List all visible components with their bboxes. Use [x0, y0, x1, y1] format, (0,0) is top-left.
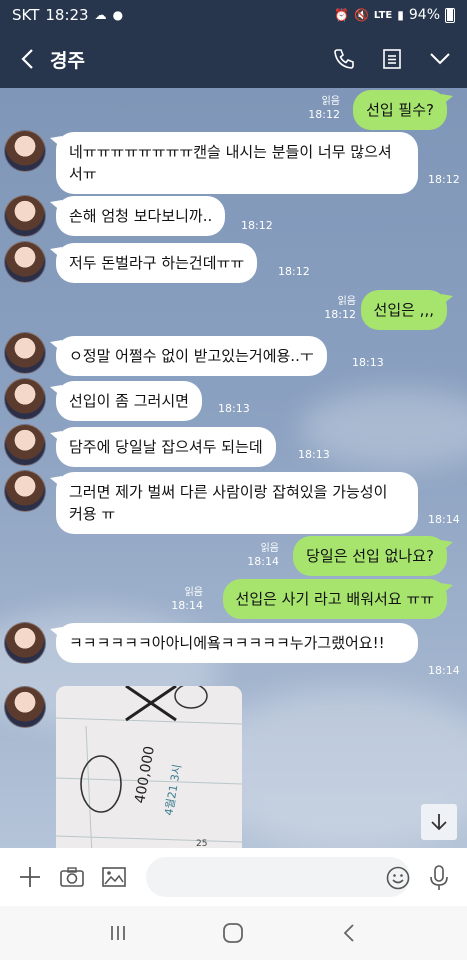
incoming-bubble[interactable]: 담주에 당일날 잡으셔두 되는데 — [50, 427, 276, 467]
signal-icon: ▮ — [397, 8, 404, 22]
avatar[interactable] — [4, 241, 46, 283]
network-label: LTE — [373, 9, 393, 21]
app-badge-icon: ● — [112, 8, 124, 22]
camera-icon[interactable] — [54, 859, 90, 895]
recent-apps-icon[interactable] — [98, 913, 138, 953]
outgoing-bubble[interactable]: 당일은 선입 없나요? — [293, 536, 453, 576]
message-input[interactable] — [146, 857, 410, 897]
back-icon[interactable] — [14, 44, 40, 74]
incoming-bubble[interactable]: ㅋㅋㅋㅋㅋㅋ아아니에욬ㅋㅋㅋㅋㅋ누가그랬어요!! — [50, 623, 418, 663]
avatar[interactable] — [4, 195, 46, 237]
avatar[interactable] — [4, 332, 46, 374]
notification-icon: ☁ — [94, 8, 107, 22]
message-time: 18:13 — [298, 448, 330, 461]
avatar[interactable] — [4, 130, 46, 172]
message-time: 18:12 — [241, 219, 273, 232]
microphone-icon[interactable] — [421, 860, 457, 896]
chat-header: 경주 — [0, 30, 467, 88]
emoji-icon[interactable] — [380, 860, 416, 896]
message-time: 18:12 — [428, 173, 460, 186]
system-back-icon[interactable] — [329, 913, 369, 953]
home-icon[interactable] — [213, 913, 253, 953]
chevron-down-icon[interactable] — [427, 46, 453, 72]
gallery-icon[interactable] — [96, 859, 132, 895]
menu-list-icon[interactable] — [379, 46, 405, 72]
avatar[interactable] — [4, 424, 46, 466]
outgoing-bubble[interactable]: 선입 필수? — [353, 90, 453, 130]
incoming-bubble[interactable]: ㅇ정말 어쩔수 없이 받고있는거에용..ㅜ — [50, 336, 327, 376]
message-time: 18:14 — [428, 664, 460, 677]
battery-percent: 94% — [408, 7, 440, 23]
incoming-bubble[interactable]: 네ㅠㅠㅠㅠㅠㅠㅠㅠ캔슬 내시는 분들이 너무 많으셔서ㅠ — [50, 132, 418, 194]
avatar[interactable] — [4, 686, 46, 728]
svg-text:25: 25 — [196, 839, 207, 848]
avatar[interactable] — [4, 622, 46, 664]
photo-attachment[interactable]: 400,000 4월21 3시 25 — [56, 686, 242, 848]
message-time: 18:12 — [278, 265, 310, 278]
avatar[interactable] — [4, 470, 46, 512]
outgoing-bubble[interactable]: 선입은 ,,, — [360, 290, 454, 330]
incoming-bubble[interactable]: 손해 엄청 보다보니까.. — [49, 196, 226, 236]
message-time: 18:13 — [218, 402, 250, 415]
message-time: 18:13 — [352, 356, 384, 369]
phone-icon[interactable] — [331, 46, 357, 72]
incoming-bubble[interactable]: 그러면 제가 벌써 다른 사람이랑 잡혀있을 가능성이 커용 ㅠ — [50, 472, 418, 534]
battery-icon — [445, 7, 455, 23]
system-nav-bar — [0, 906, 467, 960]
mute-icon: 🔇 — [353, 8, 369, 22]
clock: 18:23 — [45, 6, 89, 24]
message-input-bar — [0, 848, 467, 906]
carrier-label: SKT — [12, 6, 40, 24]
scroll-down-button[interactable] — [421, 804, 457, 840]
message-meta: 읽음 18:14 — [247, 543, 279, 568]
message-meta: 읽음 18:12 — [324, 296, 356, 321]
chat-area[interactable]: 읽음 18:12 선입 필수? 네ㅠㅠㅠㅠㅠㅠㅠㅠ캔슬 내시는 분들이 너무 많으… — [0, 88, 467, 848]
avatar[interactable] — [4, 378, 46, 420]
message-time: 18:14 — [428, 513, 460, 526]
add-icon[interactable] — [12, 859, 48, 895]
status-bar: SKT 18:23 ☁ ● ⏰ 🔇 LTE ▮ 94% — [0, 0, 467, 30]
outgoing-bubble[interactable]: 선입은 사기 라고 배워서요 ㅠㅠ — [222, 579, 454, 619]
message-meta: 읽음 18:14 — [171, 587, 203, 612]
message-meta: 읽음 18:12 — [308, 96, 340, 121]
alarm-icon: ⏰ — [333, 8, 349, 22]
incoming-bubble[interactable]: 선입이 좀 그러시면 — [50, 381, 202, 421]
incoming-bubble[interactable]: 저두 돈벌라구 하는건데ㅠㅠ — [49, 243, 258, 283]
chat-title: 경주 — [50, 49, 85, 72]
